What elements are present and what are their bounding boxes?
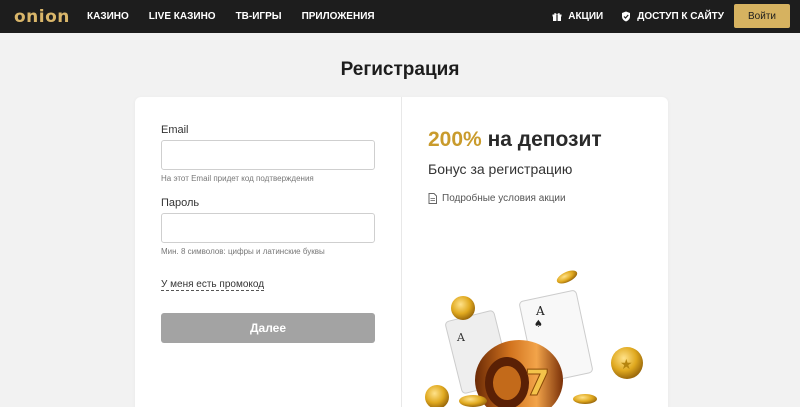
promos-link[interactable]: АКЦИИ: [552, 11, 603, 22]
next-button[interactable]: Далее: [161, 313, 375, 343]
password-label: Пароль: [161, 197, 200, 209]
registration-card: Email На этот Email придет код подтвержд…: [135, 97, 668, 407]
bonus-subtitle: Бонус за регистрацию: [428, 161, 573, 177]
logo-text: onion: [14, 7, 70, 27]
bonus-deposit-text: на депозит: [487, 128, 602, 151]
document-icon: [428, 193, 437, 204]
gift-icon: [552, 12, 562, 21]
svg-text:♠: ♠: [534, 319, 543, 330]
site-access-link[interactable]: ДОСТУП К САЙТУ: [621, 11, 724, 22]
email-hint: На этот Email придет код подтверждения: [161, 174, 314, 183]
nav-item-live-casino[interactable]: LIVE КАЗИНО: [149, 11, 216, 22]
svg-text:A: A: [456, 331, 466, 344]
nav-item-tv-games[interactable]: ТВ-ИГРЫ: [236, 11, 282, 22]
terms-link[interactable]: Подробные условия акции: [428, 193, 566, 204]
header-right-links: АКЦИИ ДОСТУП К САЙТУ: [534, 0, 724, 33]
card-divider: [401, 97, 402, 407]
svg-text:7: 7: [525, 363, 550, 404]
main-nav: КАЗИНО LIVE КАЗИНО ТВ-ИГРЫ ПРИЛОЖЕНИЯ: [87, 0, 395, 33]
svg-text:★: ★: [620, 357, 633, 373]
onion-logo[interactable]: onion: [14, 6, 70, 28]
bonus-percent: 200%: [428, 128, 482, 151]
promo-code-link[interactable]: У меня есть промокод: [161, 279, 265, 291]
coin-icon: [556, 270, 578, 284]
top-navigation-bar: onion КАЗИНО LIVE КАЗИНО ТВ-ИГРЫ ПРИЛОЖЕ…: [0, 0, 800, 33]
coin-icon: [573, 394, 597, 404]
shield-icon: [622, 11, 631, 22]
password-field[interactable]: [161, 213, 375, 243]
email-field[interactable]: [161, 140, 375, 170]
login-button[interactable]: Войти: [734, 4, 790, 28]
email-label: Email: [161, 124, 189, 136]
bonus-headline: 200% на депозит: [428, 128, 602, 152]
casino-illustration: A A ♠ 7 ★: [425, 270, 643, 407]
coin-icon: [425, 385, 449, 407]
page-title: Регистрация: [340, 59, 460, 80]
nav-item-casino[interactable]: КАЗИНО: [87, 11, 129, 22]
coin-icon: [451, 296, 475, 320]
svg-text:A: A: [535, 304, 545, 318]
nav-item-apps[interactable]: ПРИЛОЖЕНИЯ: [302, 11, 375, 22]
promos-label: АКЦИИ: [568, 11, 604, 22]
terms-label: Подробные условия акции: [442, 193, 566, 204]
coin-icon: [459, 395, 487, 407]
site-access-label: ДОСТУП К САЙТУ: [637, 11, 724, 22]
password-hint: Мин. 8 символов: цифры и латинские буквы: [161, 247, 325, 256]
